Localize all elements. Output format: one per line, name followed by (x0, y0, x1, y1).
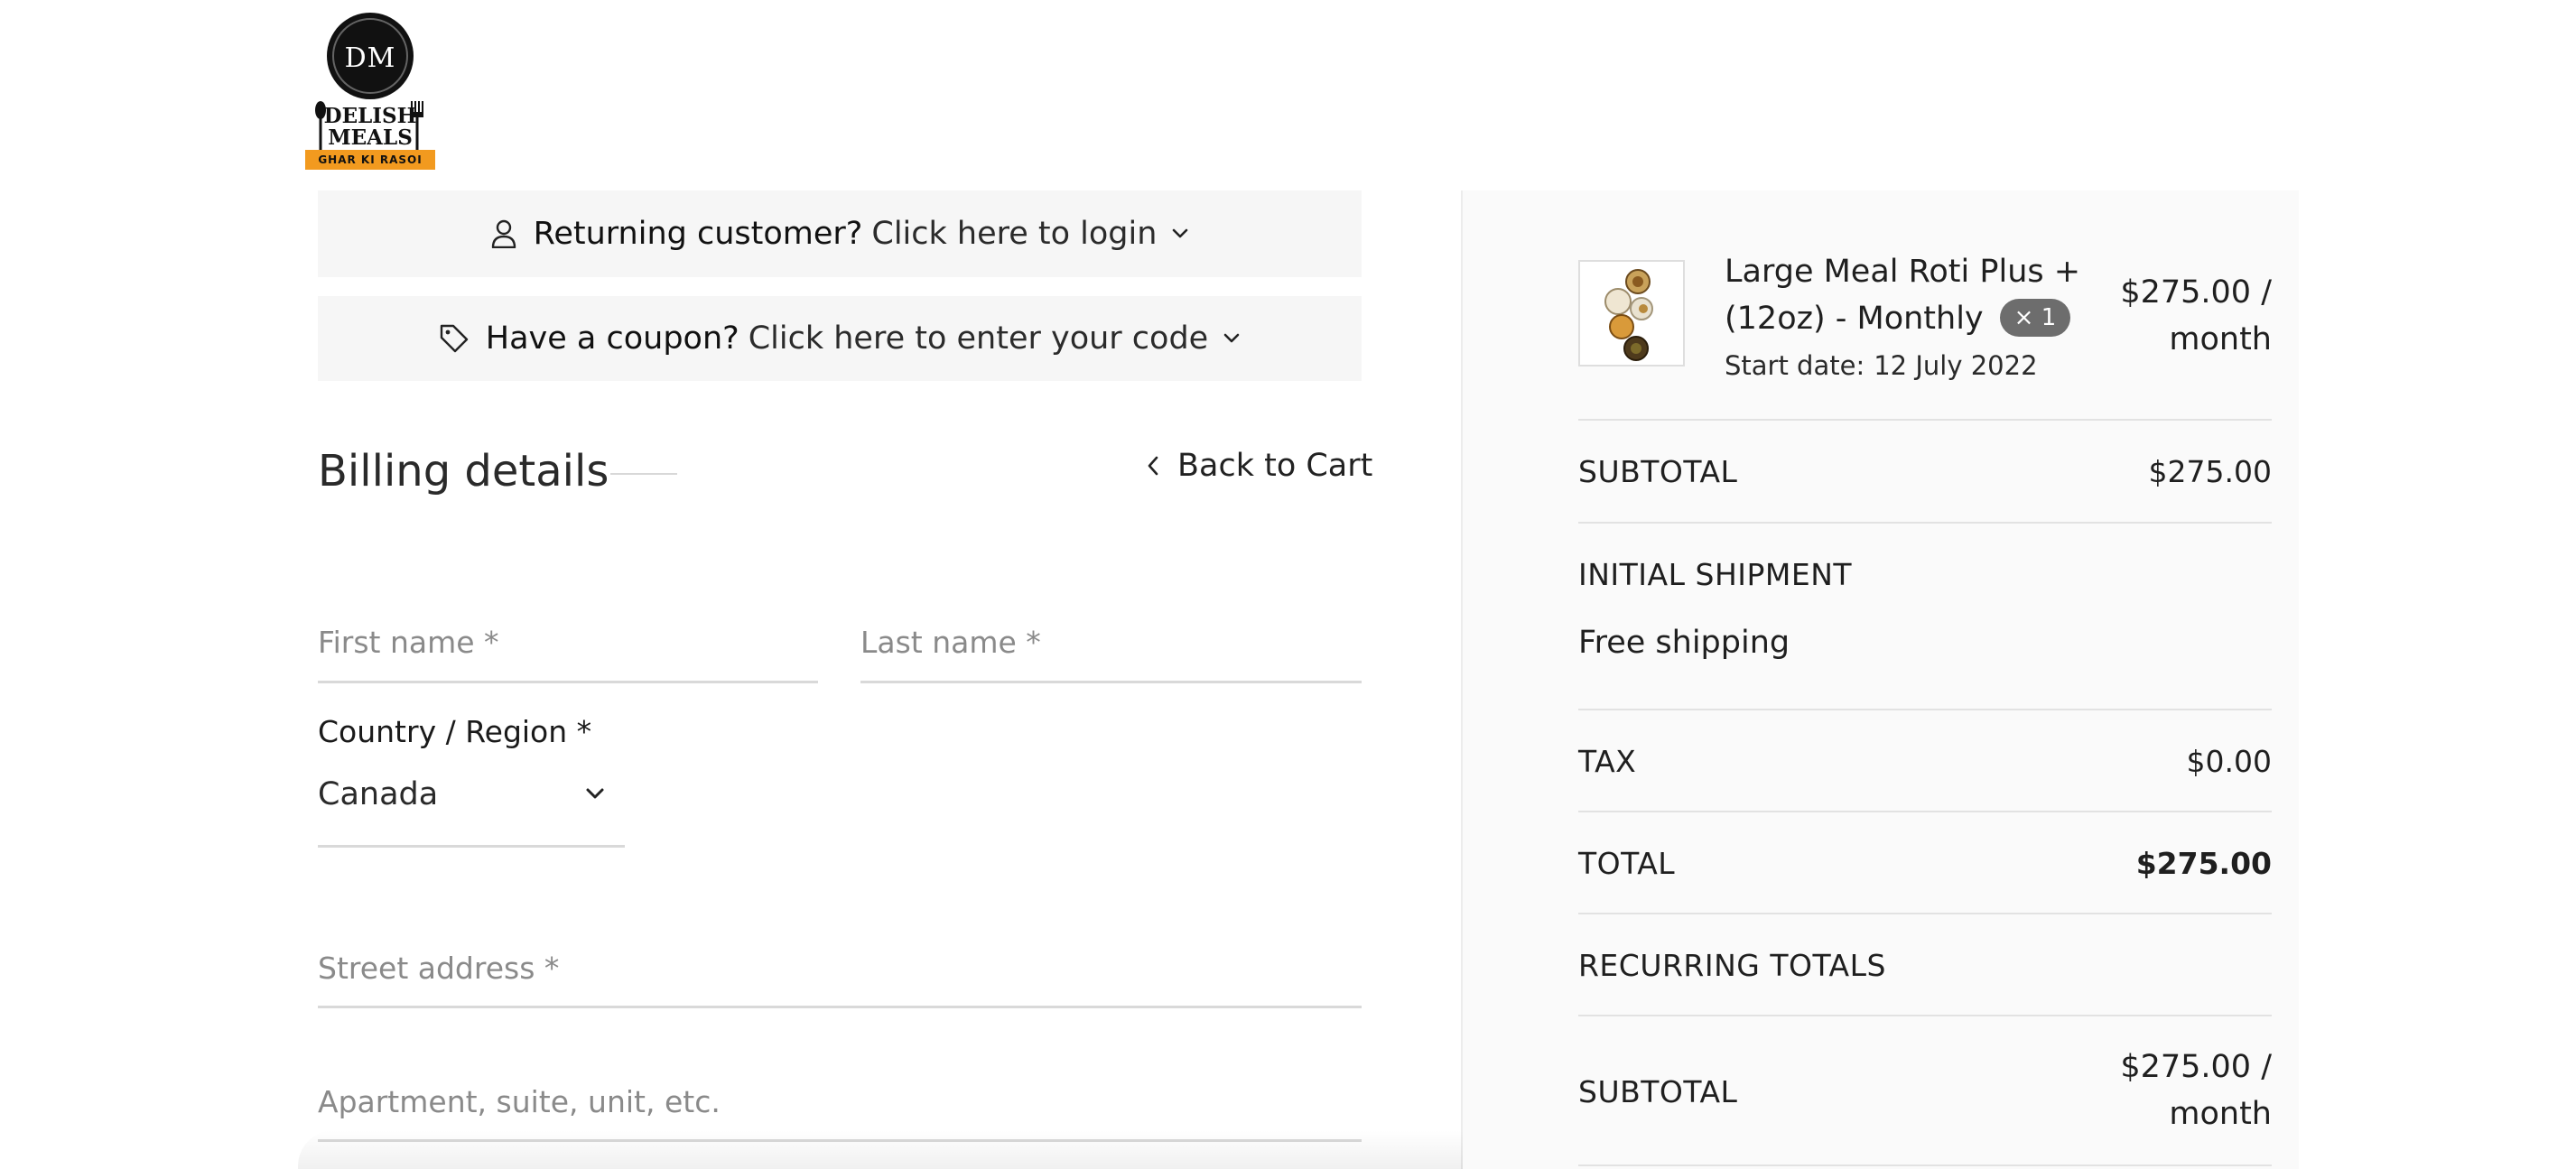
logo-tagline-banner: GHAR KI RASOI (305, 150, 435, 170)
product-name: Large Meal Roti Plus + (12oz) - Monthly ×… (1725, 248, 2113, 342)
coupon-prompt-text: Have a coupon? (485, 320, 739, 357)
coupon-toggle[interactable]: Have a coupon? Click here to enter your … (318, 296, 1362, 381)
street-address-input[interactable] (318, 930, 1362, 1006)
first-name-field-wrapper (318, 603, 818, 683)
user-icon (491, 219, 516, 248)
returning-customer-toggle[interactable]: Returning customer? Click here to login (318, 190, 1362, 277)
country-select[interactable]: Canada (318, 767, 625, 848)
quantity-badge: × 1 (1999, 299, 2071, 337)
meal-plates-image (1604, 269, 1653, 361)
summary-divider (1578, 709, 2272, 710)
logo-monogram: DM (344, 42, 396, 74)
chevron-down-icon (1223, 333, 1240, 343)
summary-divider (1578, 419, 2272, 421)
product-thumbnail (1578, 260, 1685, 366)
total-value: $275.00 (2135, 846, 2272, 881)
start-date-value: 12 July 2022 (1874, 350, 2038, 381)
chevron-left-icon (1148, 456, 1158, 476)
subtotal-value: $275.00 (2148, 454, 2272, 489)
apartment-input[interactable] (318, 1063, 1362, 1139)
country-selected-value: Canada (318, 776, 439, 812)
recurring-subtotal-period: month (2169, 1096, 2272, 1132)
coupon-link[interactable]: Click here to enter your code (749, 320, 1209, 357)
billing-details-heading: Billing details (318, 446, 609, 496)
recurring-subtotal-amount: $275.00 / (2120, 1049, 2272, 1085)
recurring-subtotal-label: SUBTOTAL (1578, 1074, 1738, 1109)
recurring-subtotal-value: $275.00 / month (2120, 1044, 2272, 1137)
street-address-field-wrapper (318, 930, 1362, 1008)
apartment-field-wrapper (318, 1063, 1362, 1142)
login-prompt-text: Returning customer? (533, 216, 863, 252)
tax-value: $0.00 (2186, 744, 2272, 779)
start-date-label: Start date: (1725, 350, 1865, 381)
chevron-down-icon (586, 788, 604, 799)
last-name-field-wrapper (860, 603, 1362, 683)
site-logo[interactable]: DM DELISH MEALS GHAR KI RASOI (303, 13, 439, 172)
last-name-input[interactable] (860, 603, 1362, 681)
tag-icon (440, 324, 468, 353)
subscription-start-date: Start date: 12 July 2022 (1725, 350, 2038, 381)
subtotal-label: SUBTOTAL (1578, 454, 1738, 489)
shipping-method: Free shipping (1578, 625, 1790, 661)
summary-divider (1578, 1164, 2272, 1166)
back-to-cart-label: Back to Cart (1177, 448, 1373, 484)
logo-wordmark-line2: MEALS (328, 125, 413, 150)
login-link[interactable]: Click here to login (871, 216, 1157, 252)
summary-divider (1578, 913, 2272, 914)
heading-divider (610, 473, 677, 475)
summary-divider (1578, 811, 2272, 812)
logo-wordmark-line1: DELISH (323, 104, 417, 128)
product-price-amount: $275.00 / (2120, 274, 2272, 311)
chevron-down-icon (1173, 228, 1188, 238)
back-to-cart-link[interactable]: Back to Cart (1147, 448, 1372, 484)
summary-divider (1578, 1015, 2272, 1016)
product-price-period: month (2169, 321, 2272, 357)
first-name-input[interactable] (318, 603, 818, 681)
summary-divider (1578, 522, 2272, 524)
country-region-label: Country / Region * (318, 714, 592, 749)
product-price: $275.00 / month (2104, 269, 2272, 363)
tax-label: TAX (1578, 744, 1637, 779)
recurring-totals-heading: RECURRING TOTALS (1578, 948, 1886, 983)
initial-shipment-label: INITIAL SHIPMENT (1578, 557, 1853, 592)
total-label: TOTAL (1578, 846, 1676, 881)
